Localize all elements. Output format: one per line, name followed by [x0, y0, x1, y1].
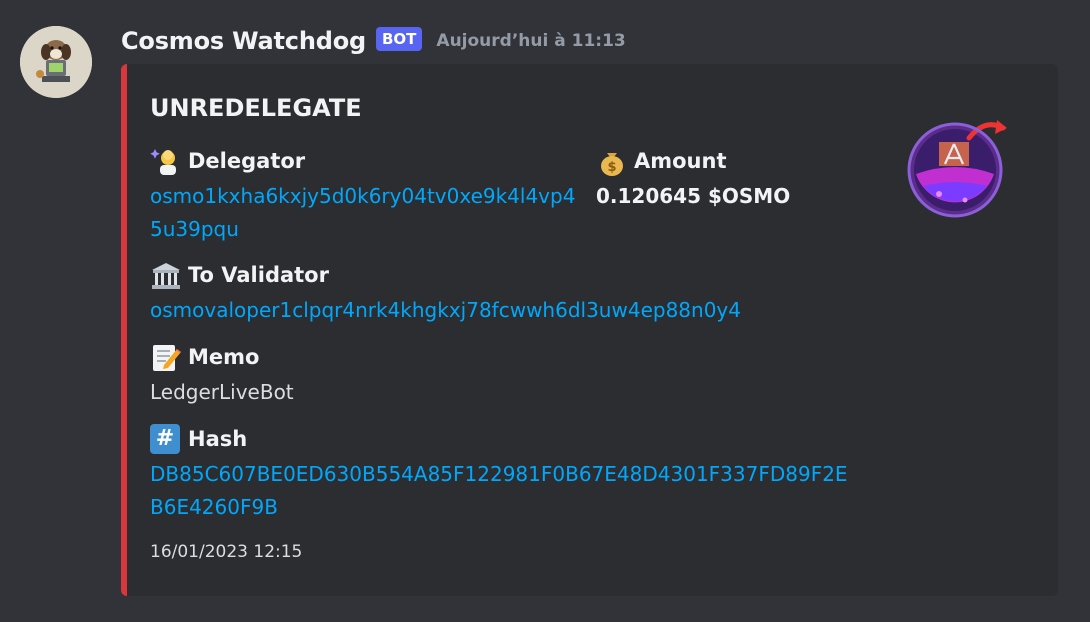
field-hash: # Hash DB85C607BE0ED630B554A85F122981F0B…	[150, 422, 860, 524]
classical-building-emoji-icon	[150, 259, 182, 291]
dog-robot-avatar-icon	[20, 26, 92, 98]
field-name-memo: Memo	[188, 345, 260, 369]
bot-badge: BOT	[375, 27, 423, 51]
memo-emoji-icon	[150, 341, 182, 373]
field-name-validator: To Validator	[188, 263, 329, 287]
field-memo: Memo LedgerLiveBot	[150, 340, 870, 409]
hash-value-link[interactable]: DB85C607BE0ED630B554A85F122981F0B67E48D4…	[150, 458, 860, 524]
embed-title: UNREDELEGATE	[150, 94, 362, 122]
field-delegator: Delegator osmo1kxha6kxjy5d0k6ry04tv0xe9k…	[150, 144, 580, 246]
message-timestamp[interactable]: Aujourd’hui à 11:13	[436, 31, 625, 51]
memo-value: LedgerLiveBot	[150, 380, 294, 404]
svg-text:$: $	[607, 160, 616, 175]
bot-avatar[interactable]	[20, 26, 92, 98]
message-header: Cosmos Watchdog BOT Aujourd’hui à 11:13	[121, 24, 626, 58]
embed-footer-timestamp: 16/01/2023 12:15	[150, 542, 303, 562]
hash-keycap-emoji-icon: #	[150, 424, 180, 454]
field-amount: $ Amount 0.120645 $OSMO	[596, 144, 846, 213]
person-sparkles-emoji-icon	[150, 145, 182, 177]
field-name-hash: Hash	[188, 427, 248, 451]
validator-address-link[interactable]: osmovaloper1clpqr4nrk4khgkxj78fcwwh6dl3u…	[150, 294, 870, 327]
embed-card: UNREDELEGATE Delegator osmo1kxha6kxjy5d0…	[121, 64, 1058, 596]
osmosis-potion-icon[interactable]	[905, 108, 1013, 220]
delegator-address-link[interactable]: osmo1kxha6kxjy5d0k6ry04tv0xe9k4l4vp45u39…	[150, 180, 580, 246]
field-validator: To Validator osmovaloper1clpqr4nrk4khgkx…	[150, 258, 870, 327]
field-name-delegator: Delegator	[188, 149, 306, 173]
username[interactable]: Cosmos Watchdog	[121, 27, 366, 55]
field-name-amount: Amount	[634, 149, 727, 173]
amount-value: 0.120645 $OSMO	[596, 184, 791, 208]
money-bag-emoji-icon: $	[596, 145, 628, 177]
